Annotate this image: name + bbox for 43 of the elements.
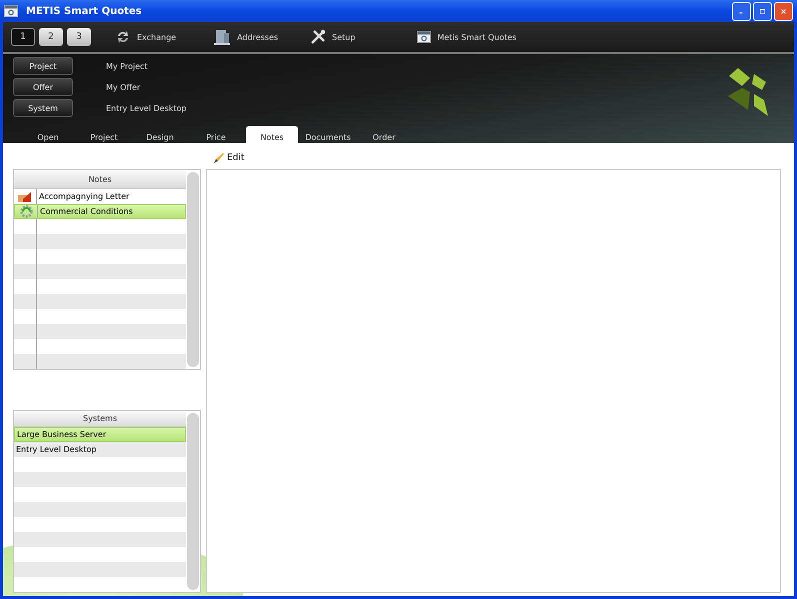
context-value: Entry Level Desktop — [106, 104, 188, 112]
context-button[interactable]: System — [13, 99, 73, 117]
tab[interactable]: Open — [22, 126, 74, 143]
scrollbar[interactable] — [187, 172, 199, 367]
maximize-icon — [760, 6, 765, 16]
page-button[interactable]: 2 — [39, 28, 63, 46]
toolbar-button[interactable]: Addresses — [213, 28, 278, 46]
edit-button[interactable]: Edit — [213, 151, 244, 165]
context-button[interactable]: Offer — [13, 78, 73, 96]
list-item-label: Accompagnying Letter — [38, 192, 130, 201]
letter-chart-icon — [18, 190, 32, 202]
tab[interactable]: Documents — [302, 126, 354, 143]
context-button[interactable]: Project — [13, 57, 73, 75]
tab[interactable]: Notes — [246, 126, 298, 143]
page-button[interactable]: 1 — [11, 28, 35, 46]
toolbar-button[interactable]: Setup — [310, 29, 356, 45]
close-button[interactable] — [774, 2, 793, 20]
context-value: My Offer — [106, 82, 142, 92]
list-item[interactable]: Entry Level Desktop — [14, 442, 186, 457]
maximize-button[interactable] — [753, 2, 772, 20]
arrows-cycle-icon — [115, 30, 131, 44]
tab[interactable]: Price — [190, 126, 242, 143]
close-icon — [781, 6, 786, 16]
list-item-label: Commercial Conditions — [39, 207, 133, 216]
list-header: Systems — [14, 411, 186, 427]
window-icon — [4, 5, 18, 17]
window-icon — [417, 31, 432, 43]
toolbar-button[interactable]: Exchange — [115, 30, 176, 44]
page-button[interactable]: 3 — [67, 28, 91, 46]
list-item[interactable]: Large Business Server — [14, 427, 186, 442]
pencil-icon — [213, 152, 225, 164]
tools-icon — [310, 29, 326, 45]
building-icon — [213, 28, 232, 46]
scrollbar[interactable] — [187, 413, 199, 590]
window-title: METIS Smart Quotes — [26, 6, 143, 16]
toolbar-button[interactable]: Metis Smart Quotes — [417, 31, 516, 43]
gear-icon — [20, 205, 32, 218]
tab[interactable]: Order — [358, 126, 410, 143]
context-value: My Project — [106, 62, 149, 70]
list-header: Notes — [14, 170, 186, 189]
tab[interactable]: Design — [134, 126, 186, 143]
minimize-button[interactable] — [732, 2, 751, 20]
tab[interactable]: Project — [78, 126, 130, 143]
